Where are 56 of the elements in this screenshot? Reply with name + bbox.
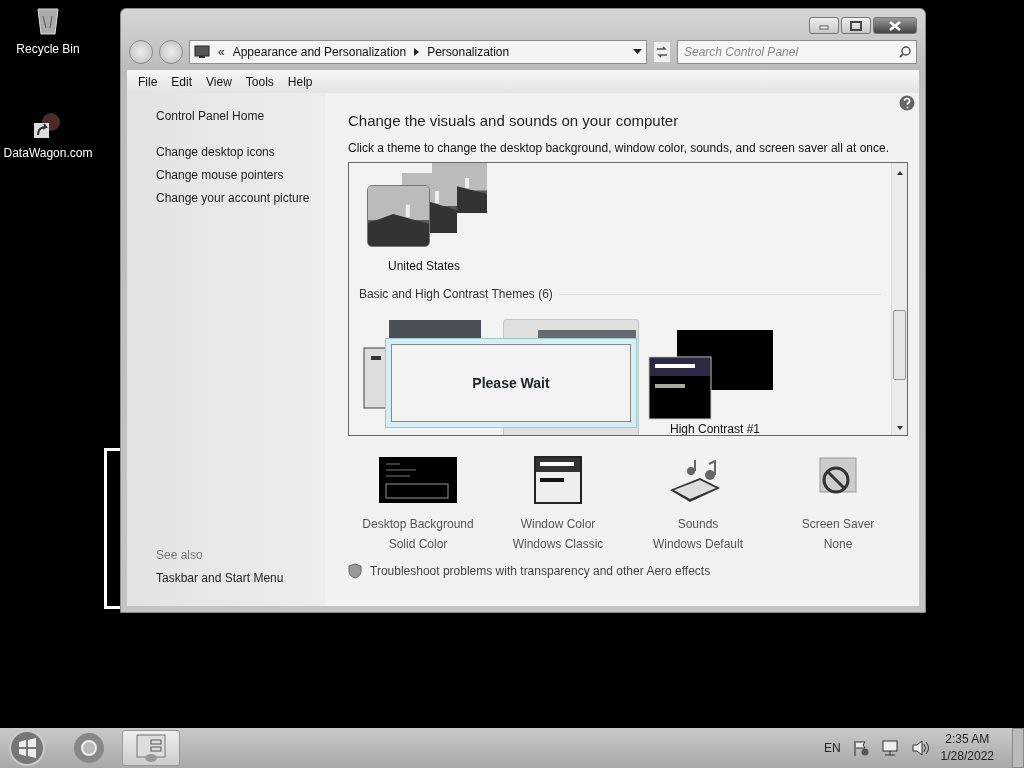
menu-item[interactable]: File [131,72,165,91]
maximize-button[interactable] [841,17,871,34]
dropdown-arrow-icon[interactable] [633,49,642,54]
sidebar-link[interactable]: Taskbar and Start Menu [156,567,325,590]
flag-icon[interactable] [852,740,869,756]
scroll-thumb[interactable] [893,310,906,380]
refresh-icon[interactable] [653,40,671,63]
search-field[interactable]: Search Control Panel [677,39,917,64]
browser-icon[interactable] [72,731,106,765]
icon-label: DataWagon.com [3,145,93,162]
page-heading: Change the visuals and sounds on your computer [348,112,680,130]
breadcrumb[interactable]: Appearance and Personalization [232,42,407,61]
breadcrumb-arrow-icon [414,47,420,56]
monitor-icon [378,456,458,504]
clock-time[interactable]: 2:35 AM [945,731,990,748]
language-indicator[interactable]: EN [823,739,841,757]
wait-message: Please Wait [391,344,631,422]
sidebar-link[interactable]: Change mouse pointers [156,164,325,187]
settings-item[interactable]: Window Color Windows Classic [488,456,628,554]
speaker-icon[interactable] [910,740,929,756]
control-panel-icon [194,44,210,59]
start-button[interactable] [7,728,47,768]
shortcut-icon[interactable] [33,110,63,140]
see-also-heading: See also [156,547,204,564]
network-icon[interactable] [880,740,899,756]
close-icon [888,20,902,31]
icon-label: Recycle Bin [16,41,80,58]
menu-item[interactable]: Tools [238,72,281,91]
clock-date[interactable]: 1/28/2022 [940,748,994,765]
sidebar-link[interactable]: Change your account picture [156,187,325,210]
shield-icon [348,563,362,579]
overflow-chevron[interactable]: « [218,42,225,61]
sidebar-link[interactable]: Change desktop icons [156,141,325,164]
forward-button[interactable] [159,39,183,64]
group-heading: Basic and High Contrast Themes (6) [359,286,553,303]
address-bar[interactable]: « Appearance and Personalization Personalization [189,39,647,64]
search-icon [899,45,911,58]
settings-item[interactable]: Sounds Windows Default [628,456,768,554]
menu-item[interactable]: Edit [164,72,200,91]
menu-item[interactable]: View [199,72,239,91]
maximize-icon [849,20,863,31]
theme-tile[interactable]: High Contrast #1 [647,319,783,435]
theme-tile[interactable]: United States [359,163,489,275]
breadcrumb[interactable]: Personalization [427,42,510,61]
menu-item[interactable]: Help [280,72,320,91]
back-button[interactable] [129,39,153,64]
settings-item[interactable]: Screen Saver None [768,456,908,554]
sidebar-link[interactable]: Control Panel Home [156,105,325,128]
troubleshoot-link[interactable]: Troubleshoot problems with transparency and other Aero effects [370,562,711,580]
close-button[interactable] [873,17,917,34]
scrollbar[interactable] [891,163,907,435]
help-icon[interactable] [899,95,915,111]
recycle-bin-icon[interactable] [35,6,61,36]
minimize-button[interactable] [809,17,839,34]
instruction-text: Click a theme to change the desktop background, window color, sounds, and screen saver all at once. [348,140,890,157]
settings-item[interactable]: Desktop Background Solid Color [348,456,488,554]
